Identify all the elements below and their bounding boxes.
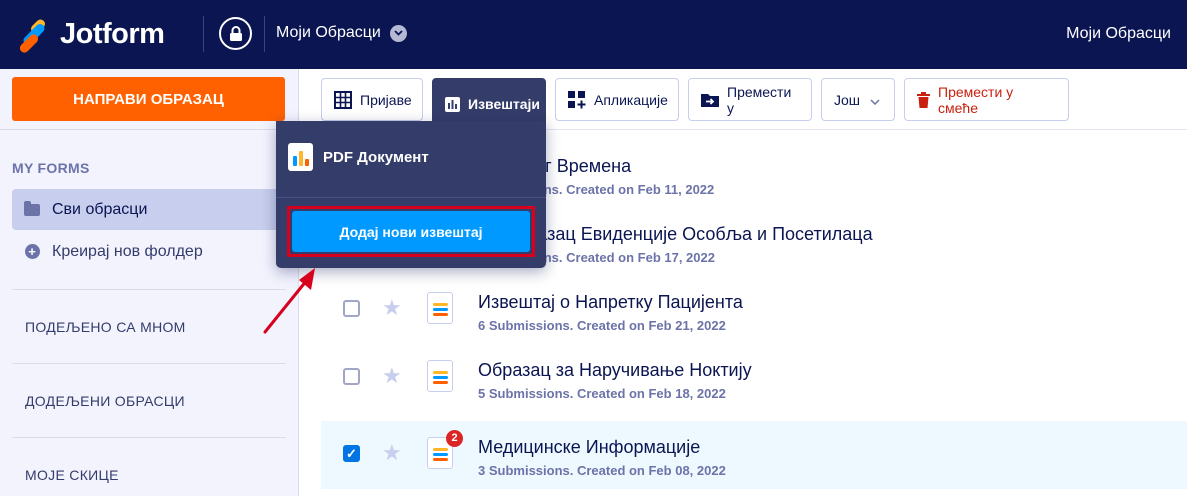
divider <box>276 197 546 198</box>
more-dropdown[interactable]: Још <box>821 78 895 121</box>
jotform-logo[interactable]: Jotform <box>18 17 165 54</box>
apps-button[interactable]: Апликације <box>555 78 679 121</box>
form-meta: 3 Submissions. Created on Feb 08, 2022 <box>478 463 726 478</box>
folder-move-icon <box>701 92 719 108</box>
apps-grid-icon <box>568 90 586 109</box>
submissions-button[interactable]: Пријаве <box>321 78 423 121</box>
more-label: Још <box>834 91 861 108</box>
sidebar-section-drafts[interactable]: МОЈЕ СКИЦЕ <box>25 467 119 483</box>
row-checkbox[interactable] <box>343 300 360 317</box>
form-title[interactable]: Медицинске Информације <box>478 437 700 458</box>
bar-chart-icon <box>445 96 460 112</box>
form-title[interactable]: Извештај о Напретку Пацијента <box>478 292 743 313</box>
move-to-button[interactable]: Премести у <box>688 78 812 121</box>
my-forms-menu[interactable]: Моји Обрасци <box>276 24 407 42</box>
sidebar-item-label: Креирај нов фолдер <box>52 242 203 260</box>
my-forms-title: MY FORMS <box>12 160 90 176</box>
pdf-report-icon <box>288 143 313 171</box>
table-icon <box>334 90 352 109</box>
star-icon[interactable]: ★ <box>382 363 402 389</box>
form-icon <box>427 292 453 324</box>
logo-text: Jotform <box>60 18 165 50</box>
form-row[interactable]: ★ Извештај о Напретку Пацијента 6 Submis… <box>321 276 1187 344</box>
chevron-down-icon <box>870 92 880 108</box>
row-checkbox[interactable] <box>343 368 360 385</box>
trash-label: Премести у смеће <box>938 83 1014 116</box>
sidebar-section-shared[interactable]: ПОДЕЉЕНО СА МНОМ <box>25 319 186 335</box>
add-new-report-button[interactable]: Додај нови извештај <box>292 211 530 252</box>
divider <box>0 129 298 130</box>
form-title[interactable]: Образац за Наручивање Ноктију <box>478 360 752 381</box>
create-form-button[interactable]: НАПРАВИ ОБРАЗАЦ <box>12 77 285 121</box>
pdf-document-label: PDF Документ <box>323 148 429 166</box>
form-row[interactable]: ✓ ★ 2 Медицинске Информације 3 Submissio… <box>321 421 1187 489</box>
reports-label: Извештаји <box>468 96 541 112</box>
folder-icon <box>24 200 40 218</box>
divider <box>264 16 265 52</box>
reports-dropdown: PDF Документ Додај нови извештај <box>276 121 546 268</box>
star-icon[interactable]: ★ <box>382 295 402 321</box>
new-submissions-badge: 2 <box>446 430 463 447</box>
eu-lock-icon[interactable] <box>219 17 252 50</box>
plus-circle-icon: + <box>24 244 40 260</box>
move-to-trash-button[interactable]: Премести у смеће <box>904 78 1069 121</box>
sidebar-item-all-forms[interactable]: Сви обрасци <box>12 189 292 230</box>
sidebar-section-assigned[interactable]: ДОДЕЉЕНИ ОБРАСЦИ <box>25 393 185 409</box>
submissions-label: Пријаве <box>360 91 412 108</box>
sidebar-item-create-folder[interactable]: + Креирај нов фолдер <box>12 231 292 272</box>
add-report-highlight: Додај нови извештај <box>287 206 535 257</box>
form-row[interactable]: ★ Образац за Наручивање Ноктију 5 Submis… <box>321 344 1187 412</box>
annotation-arrow-icon <box>263 268 315 334</box>
star-icon[interactable]: ★ <box>382 440 402 466</box>
pdf-document-item[interactable]: PDF Документ <box>288 143 429 171</box>
sidebar-item-label: Сви обрасци <box>52 200 148 218</box>
move-to-label: Премести у <box>727 83 792 116</box>
form-meta: 5 Submissions. Created on Feb 18, 2022 <box>478 386 726 401</box>
form-icon <box>427 360 453 392</box>
form-meta: 6 Submissions. Created on Feb 21, 2022 <box>478 318 726 333</box>
apps-label: Апликације <box>594 91 668 108</box>
chevron-down-icon <box>389 24 407 42</box>
top-bar: Jotform Моји Обрасци Моји Обрасци <box>0 0 1187 69</box>
divider <box>12 289 286 290</box>
divider <box>12 363 286 364</box>
my-forms-menu-label: Моји Обрасци <box>276 24 381 41</box>
divider <box>12 437 286 438</box>
trash-icon <box>917 91 930 108</box>
divider <box>203 16 204 52</box>
jotform-logo-icon <box>18 17 48 54</box>
row-checkbox-checked[interactable]: ✓ <box>343 445 360 462</box>
my-forms-link[interactable]: Моји Обрасци <box>1066 25 1171 43</box>
